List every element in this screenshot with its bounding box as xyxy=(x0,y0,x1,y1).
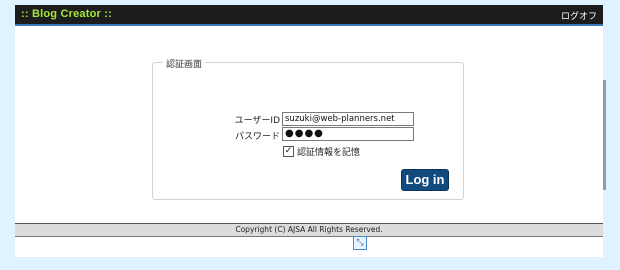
footer: Copyright (C) AJSA All Rights Reserved. xyxy=(15,223,603,237)
resize-icon[interactable]: ⤡ xyxy=(353,236,367,250)
copyright-text: Copyright (C) AJSA All Rights Reserved. xyxy=(235,225,383,234)
app-title: :: Blog Creator :: xyxy=(21,8,112,20)
remember-me[interactable]: ✓ 認証情報を記憶 xyxy=(283,145,360,158)
top-bar: :: Blog Creator :: ログオフ xyxy=(15,5,603,24)
password-input[interactable]: ●●●● xyxy=(282,127,414,141)
user-id-label: ユーザーID xyxy=(234,116,280,126)
logout-link[interactable]: ログオフ xyxy=(561,9,597,22)
check-icon[interactable]: ✓ xyxy=(283,146,294,157)
user-id-input[interactable]: suzuki@web-planners.net xyxy=(282,112,414,126)
right-edge-scroll[interactable] xyxy=(603,80,606,190)
remember-label: 認証情報を記憶 xyxy=(297,148,361,158)
top-bar-accent xyxy=(15,24,603,26)
login-button[interactable]: Log in xyxy=(401,169,449,191)
login-section-title: 認証画面 xyxy=(163,57,206,70)
login-card: 認証画面 ユーザーID suzuki@web-planners.net パスワー… xyxy=(152,57,464,200)
password-label: パスワード xyxy=(234,132,280,142)
app-window: :: Blog Creator :: ログオフ 認証画面 ユーザーID suzu… xyxy=(15,5,603,257)
